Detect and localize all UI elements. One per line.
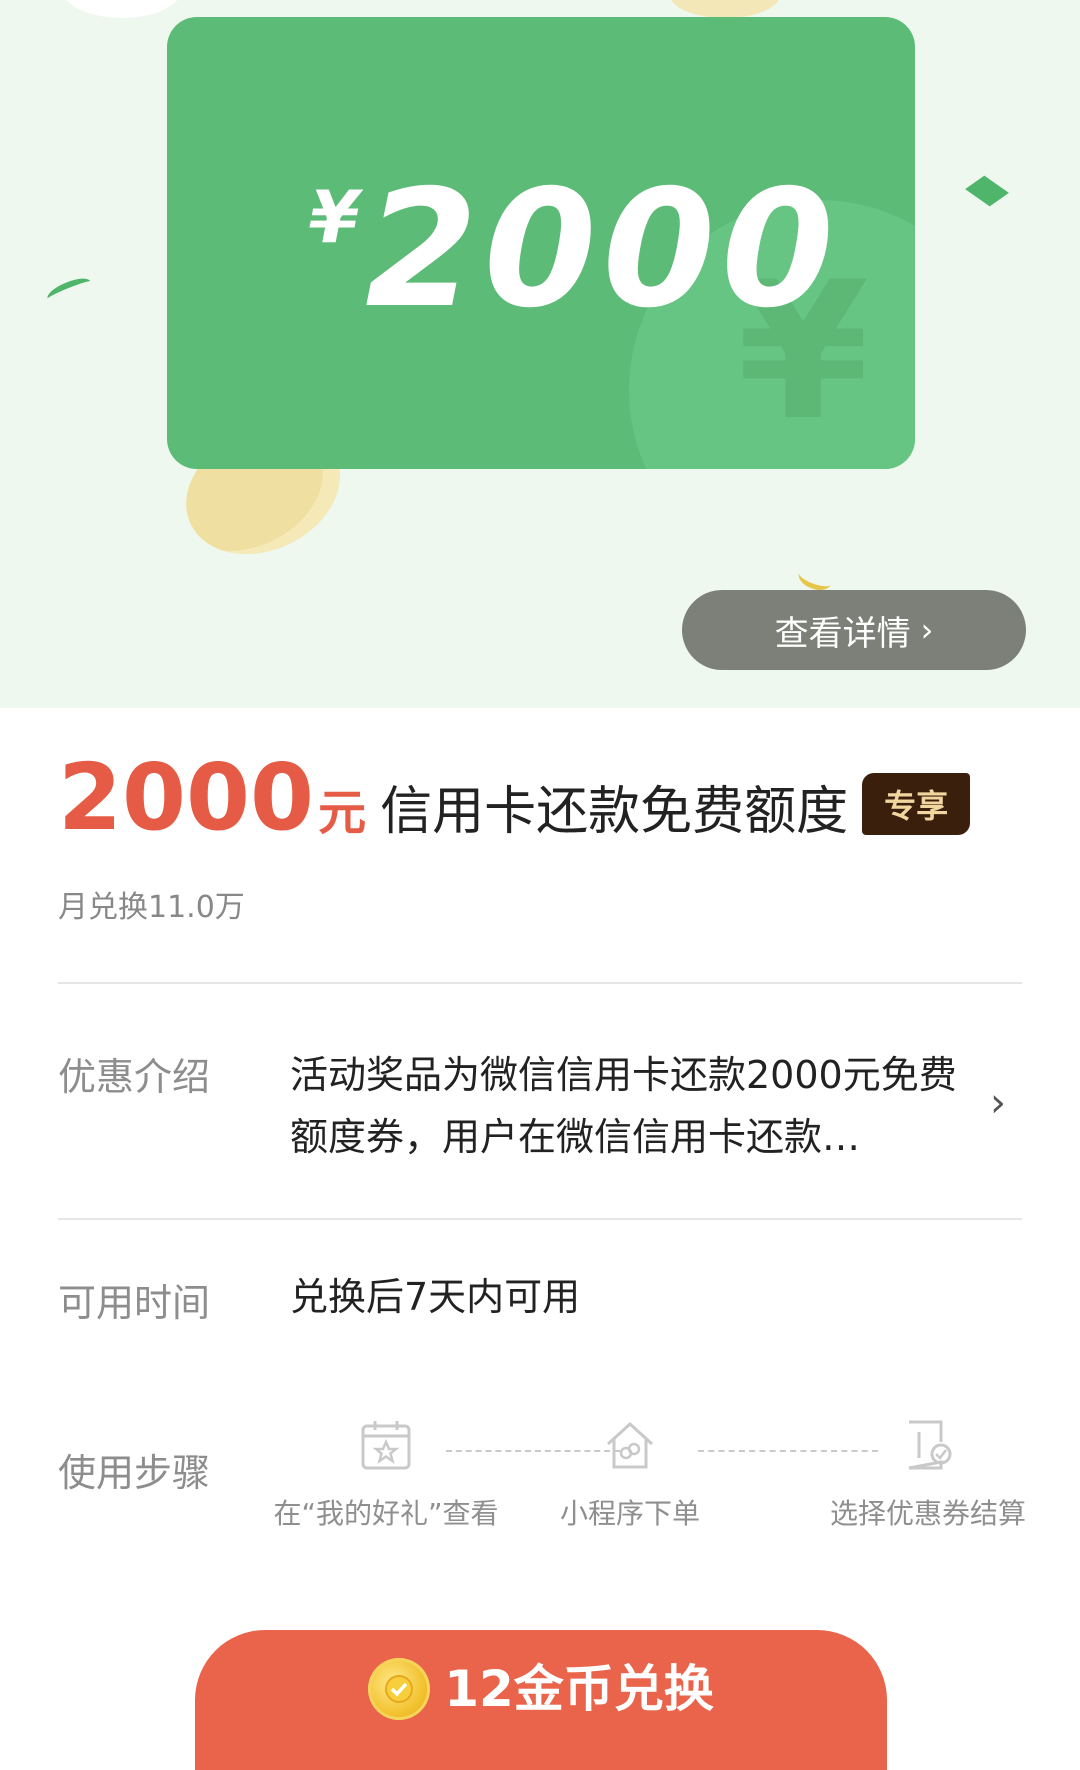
price-value: 2000	[58, 744, 315, 851]
decorative-shape	[62, 0, 182, 18]
confetti-icon	[965, 175, 1009, 207]
product-title-row: 2000 元 信用卡还款免费额度 专享	[58, 744, 971, 851]
usage-steps-label: 使用步骤	[58, 1451, 211, 1495]
view-details-label: 查看详情	[774, 613, 911, 654]
available-time-value: 兑换后7天内可用	[290, 1275, 581, 1319]
step-label: 选择优惠券结算	[829, 1497, 1026, 1530]
voucher-card: ¥ ¥2000	[167, 17, 915, 469]
redeem-button-label: 12金币兑换	[444, 1660, 714, 1718]
redeem-button[interactable]: 12金币兑换	[195, 1630, 887, 1770]
product-name: 信用卡还款免费额度	[380, 782, 849, 842]
step-item: 选择优惠券结算	[816, 1418, 1040, 1532]
check-icon	[385, 1675, 414, 1703]
card-amount-value: 2000	[365, 156, 840, 344]
usage-steps: 在“我的好礼”查看 小程序下单 选择优惠券结算	[260, 1418, 1040, 1538]
step-label: 在“我的好礼”查看	[273, 1497, 499, 1530]
decorative-coin	[670, 0, 780, 18]
intro-text: 活动奖品为微信信用卡还款2000元免费额度券，用户在微信信用卡还款…	[290, 1053, 957, 1159]
step-item: 在“我的好礼”查看	[266, 1418, 506, 1532]
chevron-right-icon[interactable]: ›	[990, 1080, 1006, 1126]
divider	[58, 982, 1022, 984]
gold-coin-icon	[368, 1658, 431, 1720]
step-item: 小程序下单	[560, 1418, 700, 1532]
available-time-label: 可用时间	[58, 1281, 211, 1325]
monthly-redeem-count: 月兑换11.0万	[58, 890, 245, 925]
exclusive-badge: 专享	[862, 773, 971, 835]
price-unit: 元	[318, 785, 367, 841]
hero-banner: ¥ ¥2000 查看详情 ›	[0, 0, 1080, 708]
home-link-icon	[606, 1421, 654, 1469]
chevron-right-icon: ›	[920, 611, 934, 649]
intro-row[interactable]: 活动奖品为微信信用卡还款2000元免费额度券，用户在微信信用卡还款…	[290, 1044, 970, 1168]
intro-label: 优惠介绍	[58, 1055, 211, 1099]
calendar-star-icon	[361, 1421, 411, 1470]
confetti-icon	[44, 273, 94, 307]
view-details-button[interactable]: 查看详情 ›	[682, 590, 1026, 670]
divider	[58, 1218, 1022, 1220]
card-amount: ¥2000	[309, 169, 840, 331]
coupon-check-icon	[908, 1420, 952, 1470]
card-currency: ¥	[309, 175, 366, 259]
step-label: 小程序下单	[560, 1497, 701, 1530]
